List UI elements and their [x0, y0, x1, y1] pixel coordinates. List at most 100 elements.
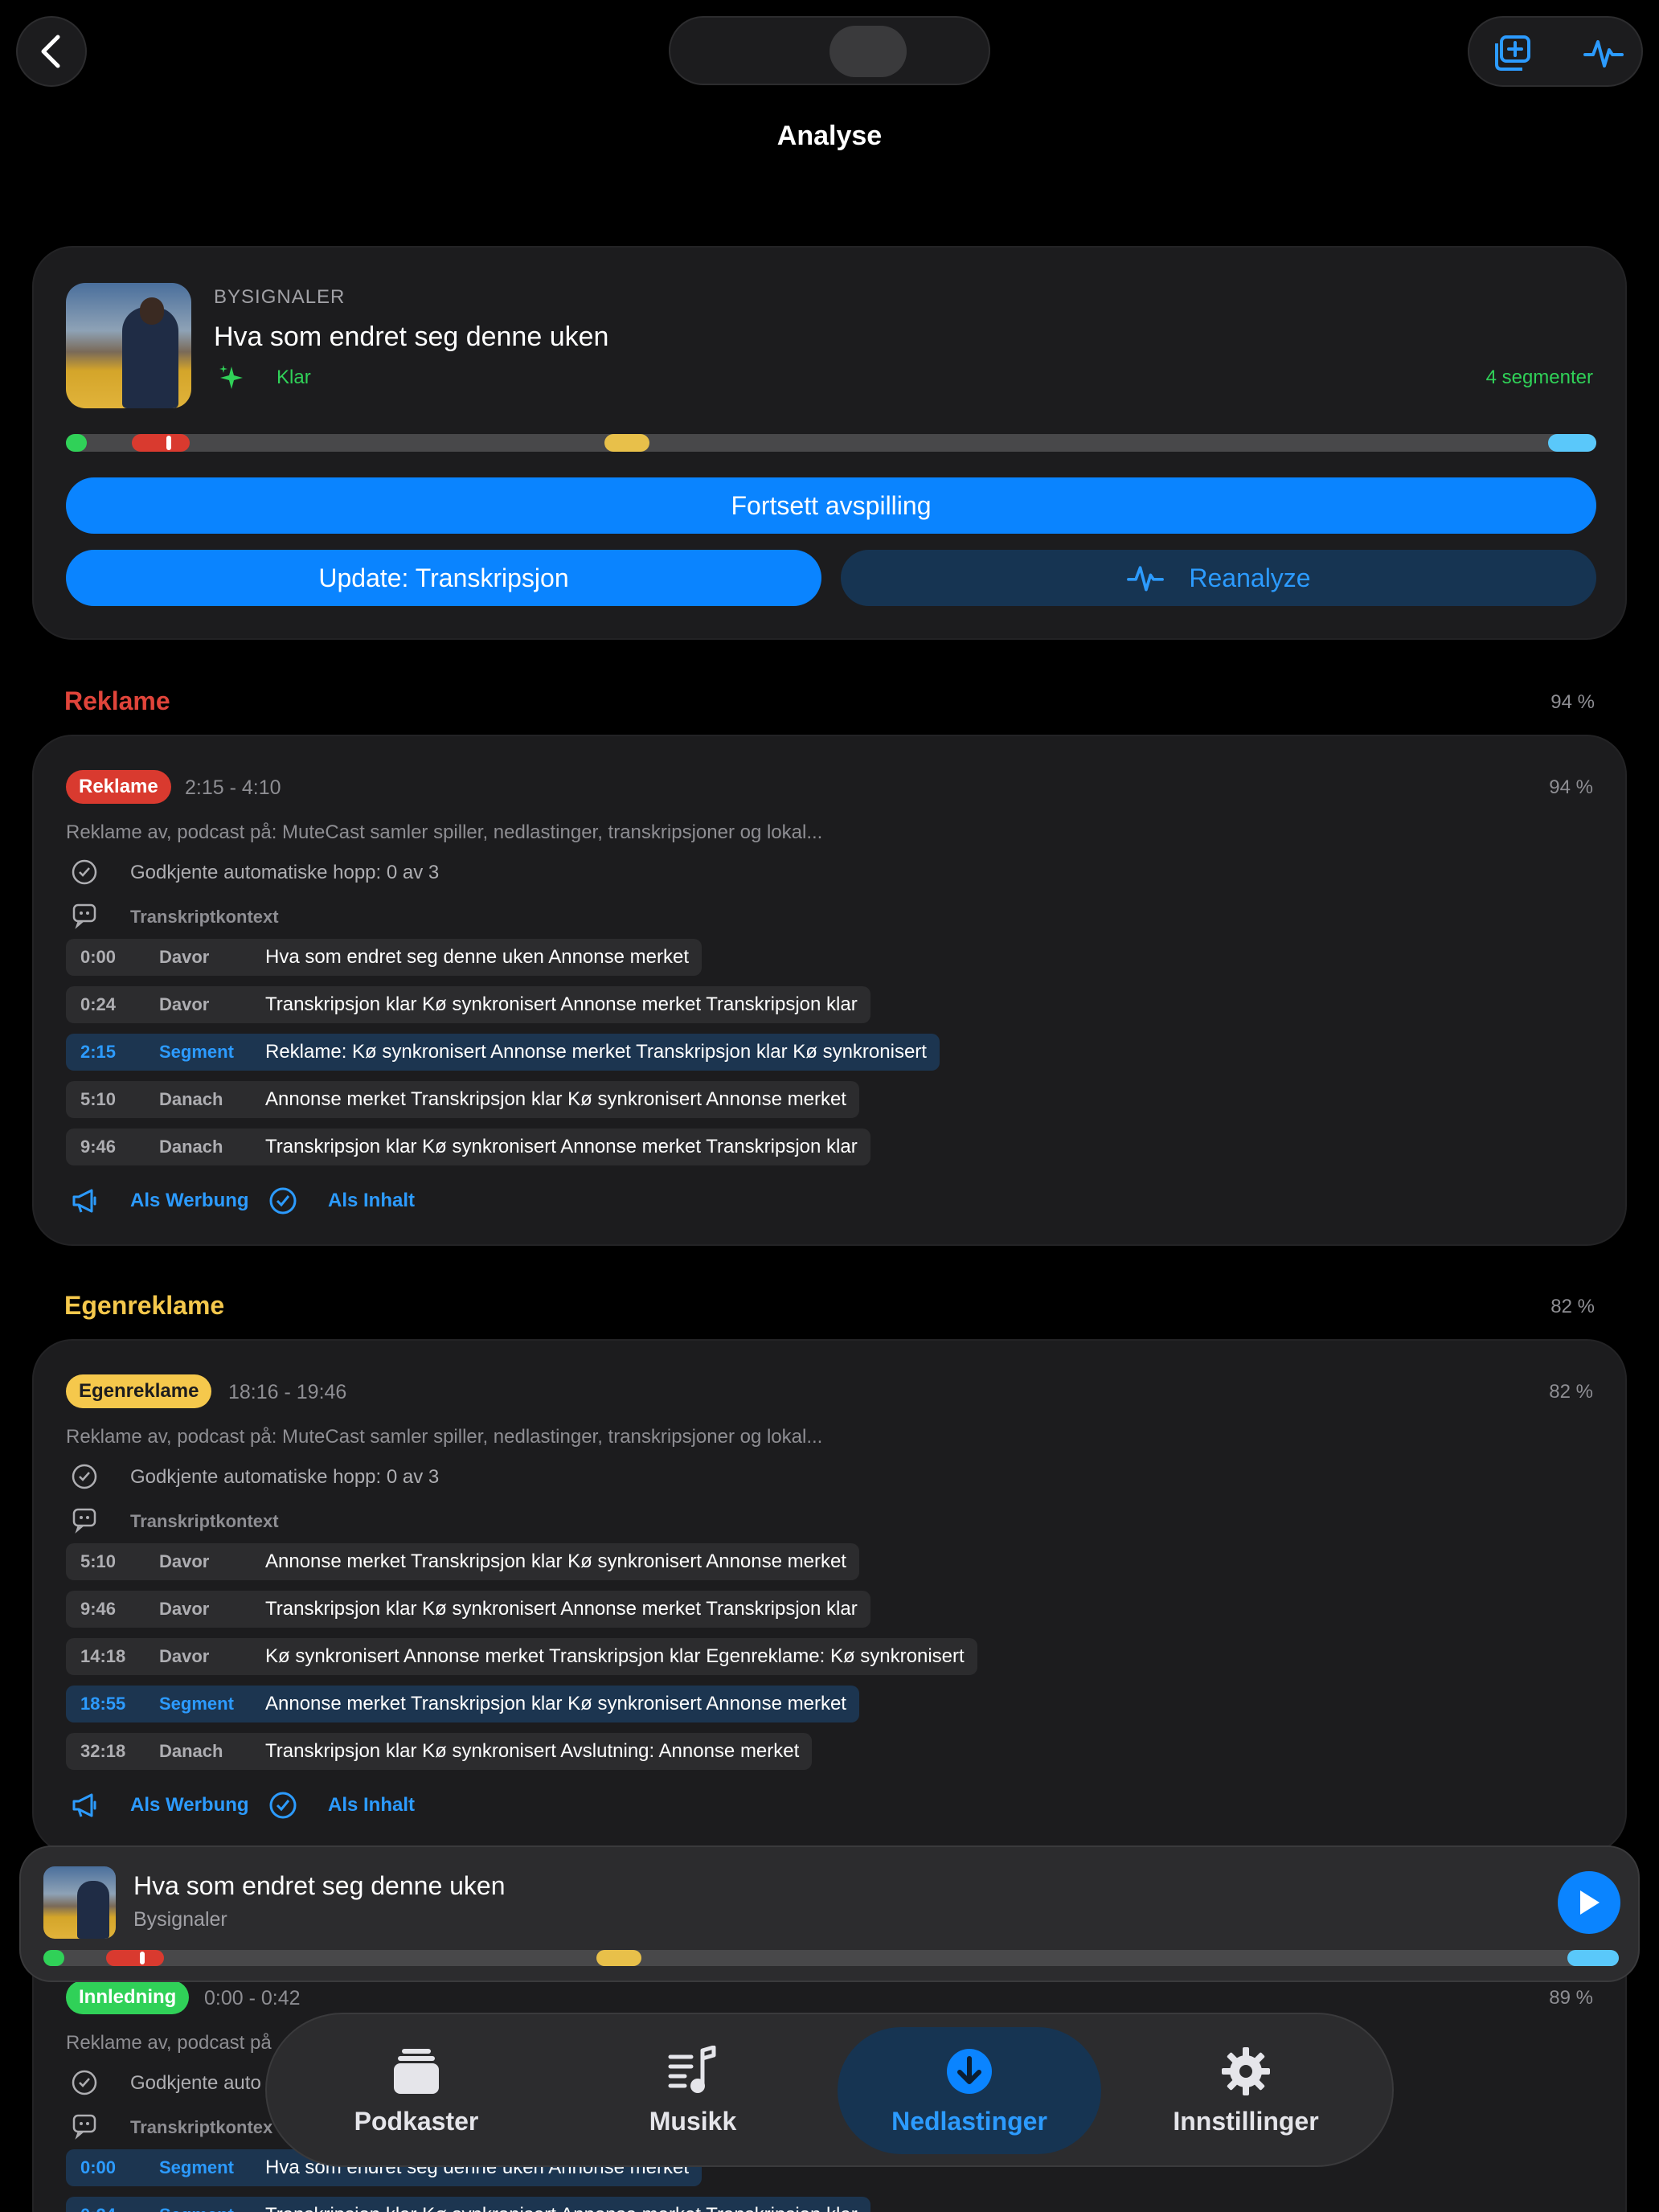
segment-description: Reklame av, podcast på: MuteCast samler … [66, 1426, 823, 1448]
timeline-intro [66, 434, 87, 452]
transcript-line[interactable]: 0:00 Davor Hva som endret seg denne uken A… [66, 939, 702, 976]
timeline-ad [132, 434, 190, 452]
transcript-line[interactable]: 0:24 Davor Transkripsjon klar Kø synkronis… [66, 986, 870, 1023]
mark-as-ad-button[interactable]: Als Werbung [130, 1190, 249, 1212]
section-heading-ad: Reklame [64, 686, 170, 715]
waveform-icon [1127, 566, 1165, 592]
tab-podcasts[interactable]: Podkaster [285, 2027, 548, 2154]
top-bar: Analyse [0, 0, 1659, 193]
checkmark-circle-icon [72, 859, 97, 885]
segment-confidence: 89 % [1549, 1987, 1593, 2009]
back-button[interactable] [16, 16, 87, 87]
transcript-line[interactable]: 32:18 Danach Transkripsjon klar Kø synkron… [66, 1733, 813, 1770]
timeline-outro [1548, 434, 1596, 452]
gear-icon [1222, 2046, 1270, 2095]
timeline-ad [106, 1950, 164, 1966]
tab-label: Innstillinger [1173, 2106, 1319, 2136]
quote-bubble-icon [72, 903, 96, 929]
megaphone-icon[interactable] [71, 1791, 100, 1820]
timeline-self-promo [604, 434, 649, 452]
reanalyze-button[interactable]: Reanalyze [841, 550, 1596, 606]
tab-music[interactable]: Musikk [561, 2027, 825, 2154]
segment-badge: Egenreklame [66, 1374, 212, 1408]
section-confidence: 82 % [1550, 1296, 1595, 1317]
episode-artwork [66, 283, 191, 408]
mark-as-content-button[interactable]: Als Inhalt [328, 1794, 415, 1817]
waveform-icon[interactable] [1583, 34, 1624, 72]
segment-badge: Reklame [66, 770, 171, 804]
checkmark-circle-icon[interactable] [268, 1186, 297, 1215]
timeline-intro [43, 1950, 64, 1966]
episode-title: Hva som endret seg denne uken [214, 322, 609, 352]
transcript-context-label: Transkriptkontext [130, 907, 279, 927]
chevron-left-icon [41, 35, 60, 68]
mini-player[interactable]: Hva som endret seg denne uken Bysignaler [19, 1845, 1640, 1982]
checkmark-circle-icon [72, 1464, 97, 1489]
switch-knob[interactable] [830, 26, 907, 77]
mark-as-ad-button[interactable]: Als Werbung [130, 1794, 249, 1817]
transcript-line[interactable]: 5:10 Danach Annonse merket Transkripsjon k… [66, 1081, 859, 1118]
stack-icon [394, 2048, 439, 2094]
reanalyze-label: Reanalyze [1189, 563, 1311, 592]
checkmark-circle-icon [72, 2070, 97, 2095]
update-transcription-button[interactable]: Update: Transkripsjon [66, 550, 821, 606]
segment-description: Reklame av, podcast på [66, 2032, 272, 2054]
segment-range: 18:16 - 19:46 [228, 1381, 347, 1403]
transcript-line[interactable]: 9:46 Danach Transkripsjon klar Kø synkroni… [66, 1129, 870, 1165]
segment-count: 4 segmenter [1485, 367, 1593, 388]
tab-bar: Podkaster Musikk Nedlastinger Innstillin… [265, 2013, 1394, 2167]
sparkles-icon [219, 365, 243, 389]
analysis-status: Klar [276, 367, 311, 388]
megaphone-icon[interactable] [71, 1186, 100, 1215]
segment-description: Reklame av, podcast på: MuteCast samler … [66, 821, 823, 843]
music-list-icon [668, 2045, 716, 2093]
mark-as-content-button[interactable]: Als Inhalt [328, 1190, 415, 1212]
segment-switch[interactable] [669, 16, 990, 85]
transcript-context-label: Transkriptkontext [130, 1511, 279, 1531]
segment-card-self-promo[interactable]: Egenreklame 18:16 - 19:46 82 % Reklame a… [32, 1339, 1627, 1854]
transcript-line-current[interactable]: 0:24SegmentTranskripsjon klar Kø synkron… [66, 2197, 870, 2212]
mini-player-title: Hva som endret seg denne uken [133, 1871, 506, 1900]
tab-downloads[interactable]: Nedlastinger [838, 2027, 1101, 2154]
continue-playback-button[interactable]: Fortsett avspilling [66, 477, 1596, 534]
segment-confidence: 94 % [1549, 776, 1593, 798]
checkmark-circle-icon[interactable] [268, 1791, 297, 1820]
tab-label: Podkaster [354, 2106, 479, 2136]
show-name: BYSIGNALER [214, 286, 346, 308]
section-confidence: 94 % [1550, 691, 1595, 713]
transcript-line[interactable]: 14:18 Davor Kø synkronisert Annonse merket… [66, 1638, 977, 1675]
transcript-line-current[interactable]: 2:15 Segment Reklame: Kø synkronisert Anno… [66, 1034, 940, 1071]
timeline-outro [1567, 1950, 1619, 1966]
download-icon [947, 2048, 992, 2094]
section-heading-self-promo: Egenreklame [64, 1291, 225, 1320]
timeline-self-promo [596, 1950, 641, 1966]
transcript-context-label: Transkriptkontex [130, 2117, 273, 2137]
playhead[interactable] [166, 436, 171, 450]
mini-player-subtitle: Bysignaler [133, 1908, 227, 1931]
toolbar-actions [1468, 16, 1643, 87]
tab-settings[interactable]: Innstillinger [1114, 2027, 1378, 2154]
approval-status: Godkjente automatiske hopp: 0 av 3 [130, 1466, 440, 1488]
segment-confidence: 82 % [1549, 1381, 1593, 1403]
playhead[interactable] [140, 1952, 145, 1964]
play-button[interactable] [1558, 1871, 1620, 1934]
transcript-line[interactable]: 5:10 Davor Annonse merket Transkripsjon kl… [66, 1543, 859, 1580]
playback-timeline[interactable] [43, 1950, 1619, 1966]
transcript-line[interactable]: 9:46 Davor Transkripsjon klar Kø synkronis… [66, 1591, 870, 1628]
segment-range: 0:00 - 0:42 [204, 1987, 301, 2009]
quote-bubble-icon [72, 1508, 96, 1534]
add-to-queue-icon[interactable] [1492, 34, 1532, 72]
episode-artwork [43, 1866, 116, 1939]
play-icon [1580, 1890, 1600, 1915]
episode-card: BYSIGNALER Hva som endret seg denne uken… [32, 246, 1627, 640]
quote-bubble-icon [72, 2114, 96, 2140]
approval-status: Godkjente automatiske hopp: 0 av 3 [130, 862, 440, 883]
tab-label: Musikk [649, 2106, 737, 2136]
approval-status: Godkjente auto [130, 2072, 261, 2094]
transcript-line-current[interactable]: 18:55 Segment Annonse merket Transkripsjon… [66, 1686, 859, 1722]
segment-badge: Innledning [66, 1981, 190, 2014]
segment-card-ad[interactable]: Reklame 2:15 - 4:10 94 % Reklame av, pod… [32, 735, 1627, 1246]
segment-range: 2:15 - 4:10 [185, 776, 281, 799]
tab-label: Nedlastinger [891, 2106, 1047, 2136]
segment-timeline[interactable] [66, 434, 1596, 452]
